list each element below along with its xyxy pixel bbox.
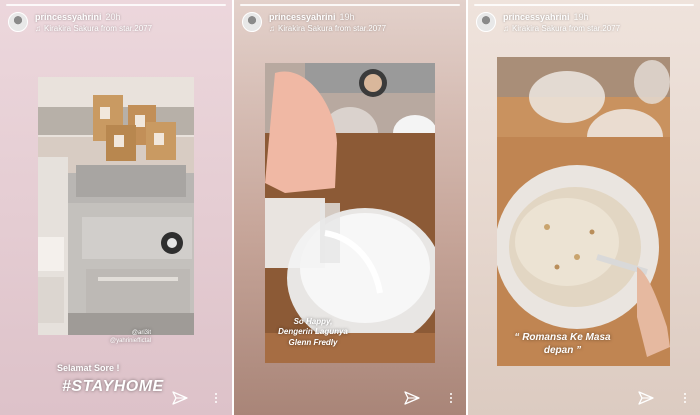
send-icon[interactable] bbox=[404, 390, 420, 406]
story-progress-bar bbox=[240, 4, 460, 6]
quote-caption: “ Romansa Ke Masa depan ” bbox=[514, 332, 611, 356]
music-info[interactable]: ♫ Kirakira Sakura from star.2077 bbox=[503, 24, 620, 33]
story-progress-bar bbox=[6, 4, 226, 6]
story-panel-1[interactable]: princessyahrini 20h ♫ Kirakira Sakura from… bbox=[0, 0, 232, 415]
story-photo bbox=[497, 57, 670, 366]
avatar[interactable] bbox=[8, 12, 28, 32]
post-time: 19h bbox=[573, 12, 589, 22]
kitchen-photo bbox=[38, 77, 194, 335]
music-note-icon: ♫ bbox=[503, 24, 509, 33]
story-photo bbox=[38, 77, 194, 335]
story-header: princessyahrini 19h ♫ Kirakira Sakura from… bbox=[476, 10, 694, 40]
avatar[interactable] bbox=[242, 12, 262, 32]
send-icon[interactable] bbox=[172, 390, 188, 406]
music-label: Kirakira Sakura from star.2077 bbox=[44, 24, 153, 33]
mention-caption[interactable]: @ari3it @yahrinieffictal bbox=[110, 330, 151, 346]
more-vertical-icon[interactable] bbox=[214, 392, 218, 404]
music-label: Kirakira Sakura from star.2077 bbox=[512, 24, 621, 33]
song-caption: So Happy, Dengerin Lagunya Glenn Fredly bbox=[278, 317, 348, 347]
story-header: princessyahrini 20h ♫ Kirakira Sakura from… bbox=[8, 10, 226, 40]
username[interactable]: princessyahrini 20h bbox=[35, 12, 121, 22]
dough-bowl-photo bbox=[497, 57, 670, 366]
music-label: Kirakira Sakura from star.2077 bbox=[278, 24, 387, 33]
hashtag-caption[interactable]: #STAYHOME bbox=[62, 378, 164, 396]
more-vertical-icon[interactable] bbox=[449, 392, 453, 404]
post-time: 20h bbox=[105, 12, 121, 22]
story-header: princessyahrini 19h ♫ Kirakira Sakura from… bbox=[242, 10, 460, 40]
more-vertical-icon[interactable] bbox=[683, 392, 687, 404]
music-info[interactable]: ♫ Kirakira Sakura from star.2077 bbox=[269, 24, 386, 33]
music-note-icon: ♫ bbox=[35, 24, 41, 33]
username[interactable]: princessyahrini 19h bbox=[503, 12, 589, 22]
post-time: 19h bbox=[339, 12, 355, 22]
music-note-icon: ♫ bbox=[269, 24, 275, 33]
send-icon[interactable] bbox=[638, 390, 654, 406]
music-info[interactable]: ♫ Kirakira Sakura from star.2077 bbox=[35, 24, 152, 33]
greeting-caption: Selamat Sore ! bbox=[57, 363, 120, 373]
avatar[interactable] bbox=[476, 12, 496, 32]
username[interactable]: princessyahrini 19h bbox=[269, 12, 355, 22]
story-progress-bar bbox=[474, 4, 694, 6]
